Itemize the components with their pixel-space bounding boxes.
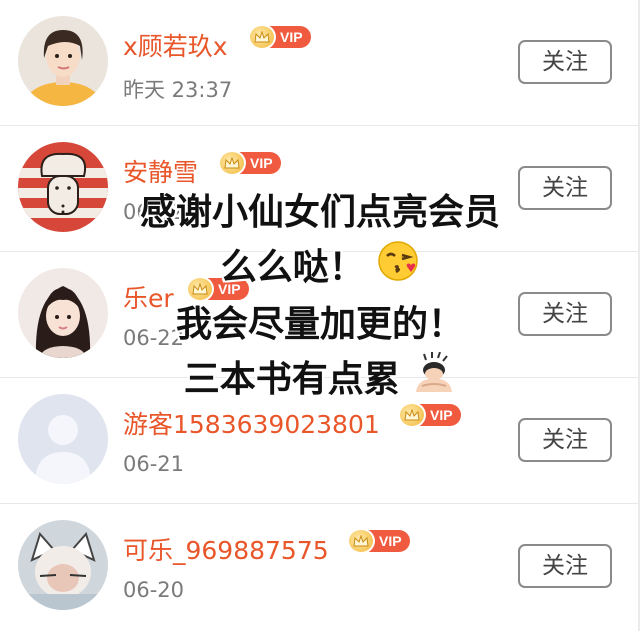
avatar[interactable] — [18, 142, 108, 232]
user-name[interactable]: 乐er — [123, 279, 174, 315]
follow-button[interactable]: 关注 — [518, 544, 612, 588]
crown-icon — [347, 528, 375, 554]
vip-badge: VIP — [186, 276, 249, 302]
timestamp: 06-21 — [123, 452, 185, 476]
follow-button[interactable]: 关注 — [518, 418, 612, 462]
list-item[interactable]: 乐er VIP 06-22 关注 — [0, 252, 640, 378]
timestamp: 06-20 — [123, 578, 185, 602]
timestamp: 06-22 — [123, 200, 185, 224]
list-item[interactable]: x顾若玖x VIP 昨天 23:37 关注 — [0, 0, 640, 126]
follow-button[interactable]: 关注 — [518, 40, 612, 84]
user-name[interactable]: x顾若玖x — [123, 27, 228, 63]
vip-badge: VIP — [218, 150, 281, 176]
vip-badge: VIP — [398, 402, 461, 428]
crown-icon — [218, 150, 246, 176]
follow-button[interactable]: 关注 — [518, 292, 612, 336]
timestamp: 06-22 — [123, 326, 185, 350]
vip-badge: VIP — [347, 528, 410, 554]
avatar[interactable] — [18, 16, 108, 106]
follow-button[interactable]: 关注 — [518, 166, 612, 210]
user-name[interactable]: 游客1583639023801 — [123, 405, 380, 441]
user-name[interactable]: 安静雪 — [123, 153, 198, 189]
crown-icon — [248, 24, 276, 50]
user-name[interactable]: 可乐_969887575 — [123, 531, 329, 567]
list-item[interactable]: 游客1583639023801 VIP 06-21 关注 — [0, 378, 640, 504]
crown-icon — [398, 402, 426, 428]
list-item[interactable]: 可乐_969887575 VIP 06-20 关注 — [0, 504, 640, 630]
default-avatar-icon[interactable] — [18, 394, 108, 484]
avatar[interactable] — [18, 268, 108, 358]
avatar[interactable] — [18, 520, 108, 610]
timestamp: 昨天 23:37 — [123, 78, 233, 102]
list-item[interactable]: 安静雪 VIP 06-22 关注 — [0, 126, 640, 252]
crown-icon — [186, 276, 214, 302]
vip-badge: VIP — [248, 24, 311, 50]
